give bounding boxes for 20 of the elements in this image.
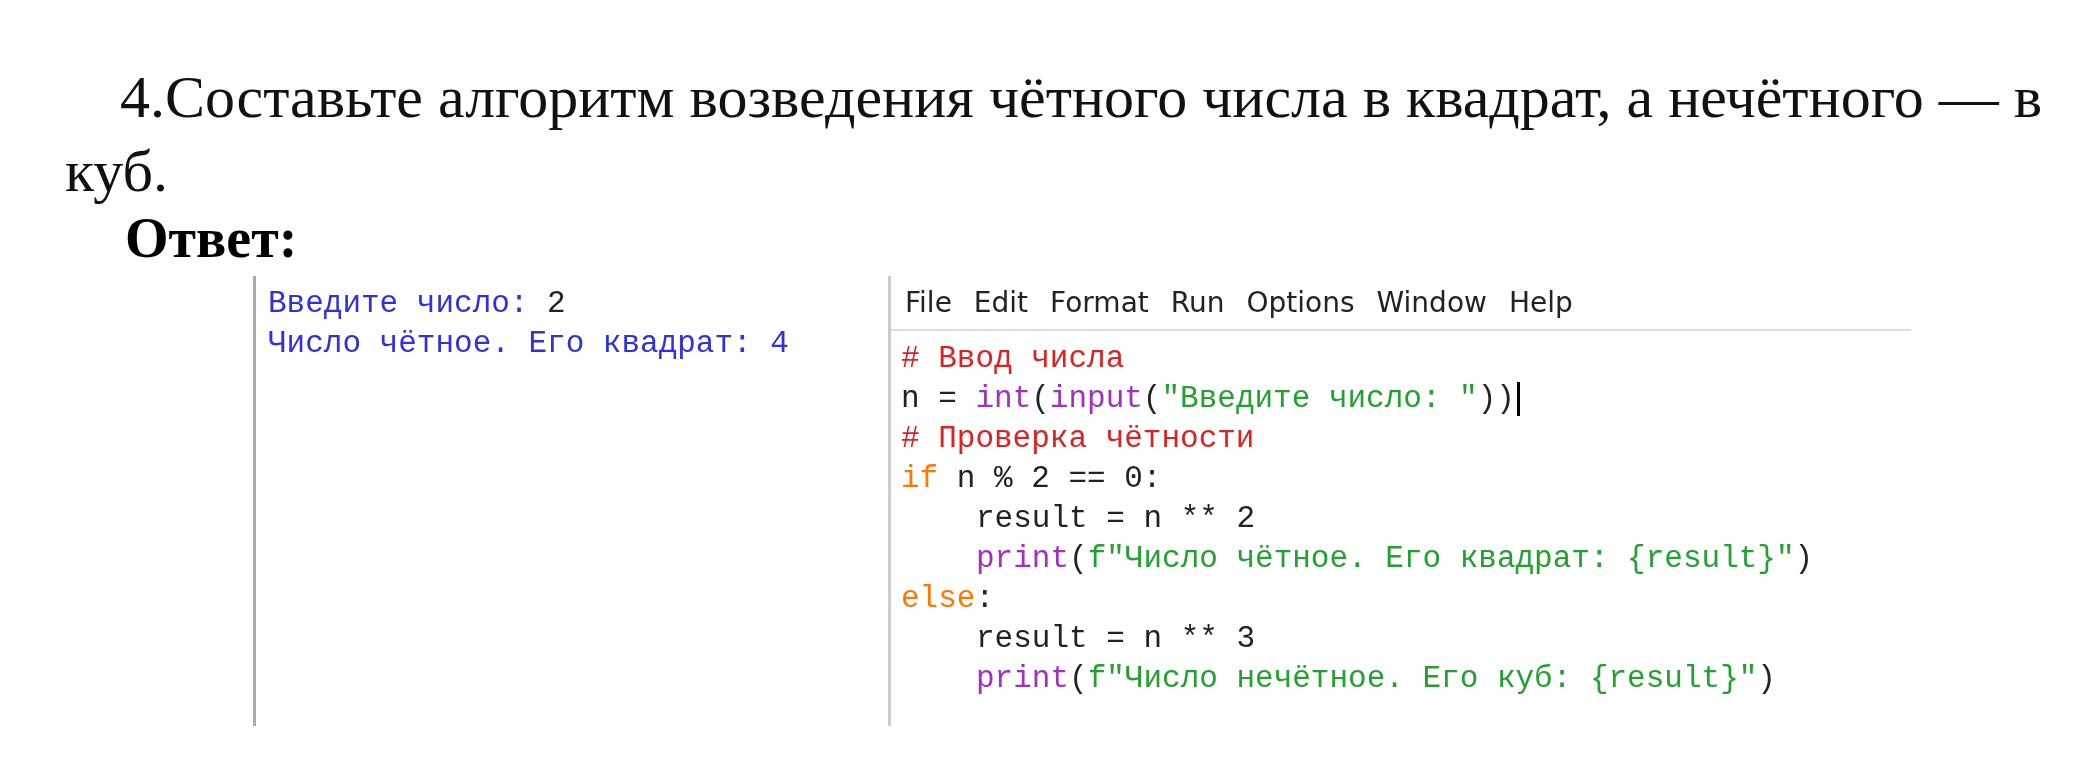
menu-item[interactable]: Format bbox=[1050, 286, 1149, 319]
code-line: n = int(input("Введите число: ")) bbox=[901, 379, 1911, 419]
menu-item[interactable]: Window bbox=[1376, 286, 1487, 319]
task-text: 4.Составьте алгоритм возведения чётного числа в квадрат, а нечётного — в куб. bbox=[64, 63, 2044, 206]
code-line: print(f"Число чётное. Его квадрат: {result}") bbox=[975, 540, 1815, 578]
menu-item[interactable]: File bbox=[905, 286, 952, 319]
code-line: # Проверка чётности bbox=[901, 420, 1256, 458]
answer-label: Ответ: bbox=[125, 208, 299, 268]
shell-output-line: Введите число: 2 bbox=[268, 285, 567, 323]
code-line: else: bbox=[901, 580, 996, 618]
menu-item[interactable]: Run bbox=[1170, 286, 1225, 319]
code-line: print(f"Число нечётное. Его куб: {result}") bbox=[975, 660, 1777, 698]
menu-item[interactable]: Edit bbox=[973, 286, 1029, 319]
code-line: # Ввод числа bbox=[901, 340, 1126, 378]
code-line: if n % 2 == 0: bbox=[901, 460, 1163, 498]
code-line: result = n ** 3 bbox=[975, 620, 1257, 658]
shell-output-line: Число чётное. Его квадрат: 4 bbox=[268, 325, 790, 363]
code-line: result = n ** 2 bbox=[975, 500, 1257, 538]
menu-item[interactable]: Help bbox=[1508, 286, 1573, 319]
menu-item[interactable]: Options bbox=[1246, 286, 1355, 319]
